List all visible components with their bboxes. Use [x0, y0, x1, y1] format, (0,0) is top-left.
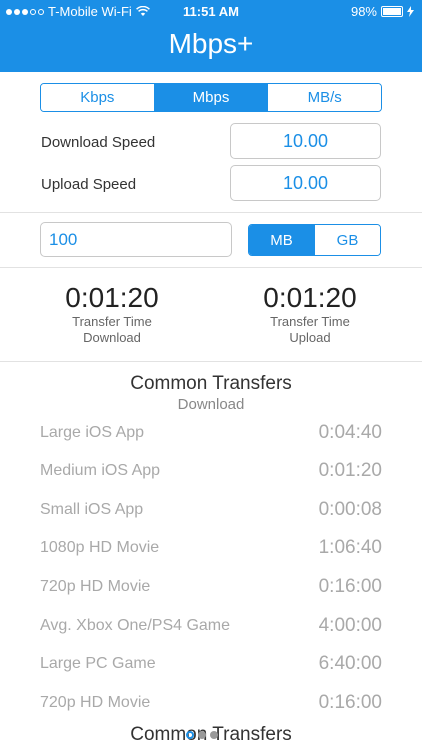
- status-right: 98%: [351, 4, 414, 19]
- status-bar: T-Mobile Wi-Fi 11:51 AM 98%: [0, 0, 422, 22]
- common-transfers-title: Common Transfers: [130, 373, 292, 394]
- list-item: Small iOS App 0:00:08: [40, 495, 382, 525]
- unit-mbps[interactable]: Mbps: [154, 84, 269, 111]
- unit-mbs[interactable]: MB/s: [268, 84, 381, 111]
- download-transfer-time: 0:01:20: [65, 282, 159, 313]
- transfer-name: Medium iOS App: [40, 462, 161, 479]
- charging-bolt-icon: [407, 6, 414, 17]
- transfer-time: 0:16:00: [318, 576, 382, 597]
- transfer-name: Avg. Xbox One/PS4 Game: [40, 617, 231, 634]
- page-dot-active[interactable]: [186, 731, 194, 739]
- transfer-name: 1080p HD Movie: [40, 539, 160, 556]
- battery-percent: 98%: [350, 4, 377, 19]
- transfer-name: 720p HD Movie: [40, 578, 151, 595]
- transfer-time: 0:01:20: [318, 460, 382, 481]
- list-item: Medium iOS App 0:01:20: [40, 456, 382, 486]
- download-transfer-label: Transfer Time: [72, 314, 152, 329]
- upload-transfer-label: Transfer Time: [270, 314, 350, 329]
- transfer-name: Large iOS App: [40, 424, 145, 441]
- divider: [0, 267, 422, 268]
- upload-transfer-time: 0:01:20: [263, 282, 357, 313]
- list-item: 720p HD Movie 0:16:00: [40, 688, 382, 718]
- transfer-time: 0:00:08: [318, 499, 382, 520]
- upload-direction-label: Upload: [289, 330, 331, 345]
- file-size-input[interactable]: 100: [40, 222, 232, 257]
- transfer-time: 0:04:40: [318, 422, 382, 443]
- download-direction-label: Download: [83, 330, 141, 345]
- upload-speed-input[interactable]: 10.00: [230, 165, 381, 201]
- size-unit-selector[interactable]: MB GB: [248, 224, 381, 256]
- transfer-time: 1:06:40: [318, 537, 382, 558]
- unit-mb[interactable]: MB: [249, 225, 315, 255]
- download-speed-input[interactable]: 10.00: [230, 123, 381, 159]
- speed-unit-selector[interactable]: Kbps Mbps MB/s: [40, 83, 382, 112]
- battery-icon: [381, 6, 403, 17]
- page-dot[interactable]: [198, 731, 206, 739]
- page-dot[interactable]: [210, 731, 218, 739]
- transfer-name: Small iOS App: [40, 501, 144, 518]
- app-title: Mbps+: [168, 28, 254, 59]
- divider: [0, 212, 422, 213]
- transfer-name: Large PC Game: [40, 655, 156, 672]
- battery-fill: [383, 8, 401, 15]
- list-item: Large PC Game 6:40:00: [40, 649, 382, 679]
- upload-speed-label: Upload Speed: [41, 176, 137, 193]
- common-transfers-subtitle: Download: [177, 396, 245, 413]
- transfer-name: 720p HD Movie: [40, 694, 151, 711]
- unit-kbps[interactable]: Kbps: [41, 84, 155, 111]
- download-speed-label: Download Speed: [41, 134, 156, 151]
- list-item: 1080p HD Movie 1:06:40: [40, 533, 382, 563]
- unit-gb[interactable]: GB: [315, 225, 380, 255]
- transfer-time: 6:40:00: [318, 653, 382, 674]
- list-item: 720p HD Movie 0:16:00: [40, 572, 382, 602]
- app-header: T-Mobile Wi-Fi 11:51 AM 98% Mbps+: [0, 0, 422, 72]
- transfer-time: 4:00:00: [318, 615, 382, 636]
- page-indicator[interactable]: [186, 731, 218, 739]
- list-item: Large iOS App 0:04:40: [40, 418, 382, 448]
- divider: [0, 361, 422, 362]
- list-item: Avg. Xbox One/PS4 Game 4:00:00: [40, 611, 382, 641]
- transfer-time: 0:16:00: [318, 692, 382, 713]
